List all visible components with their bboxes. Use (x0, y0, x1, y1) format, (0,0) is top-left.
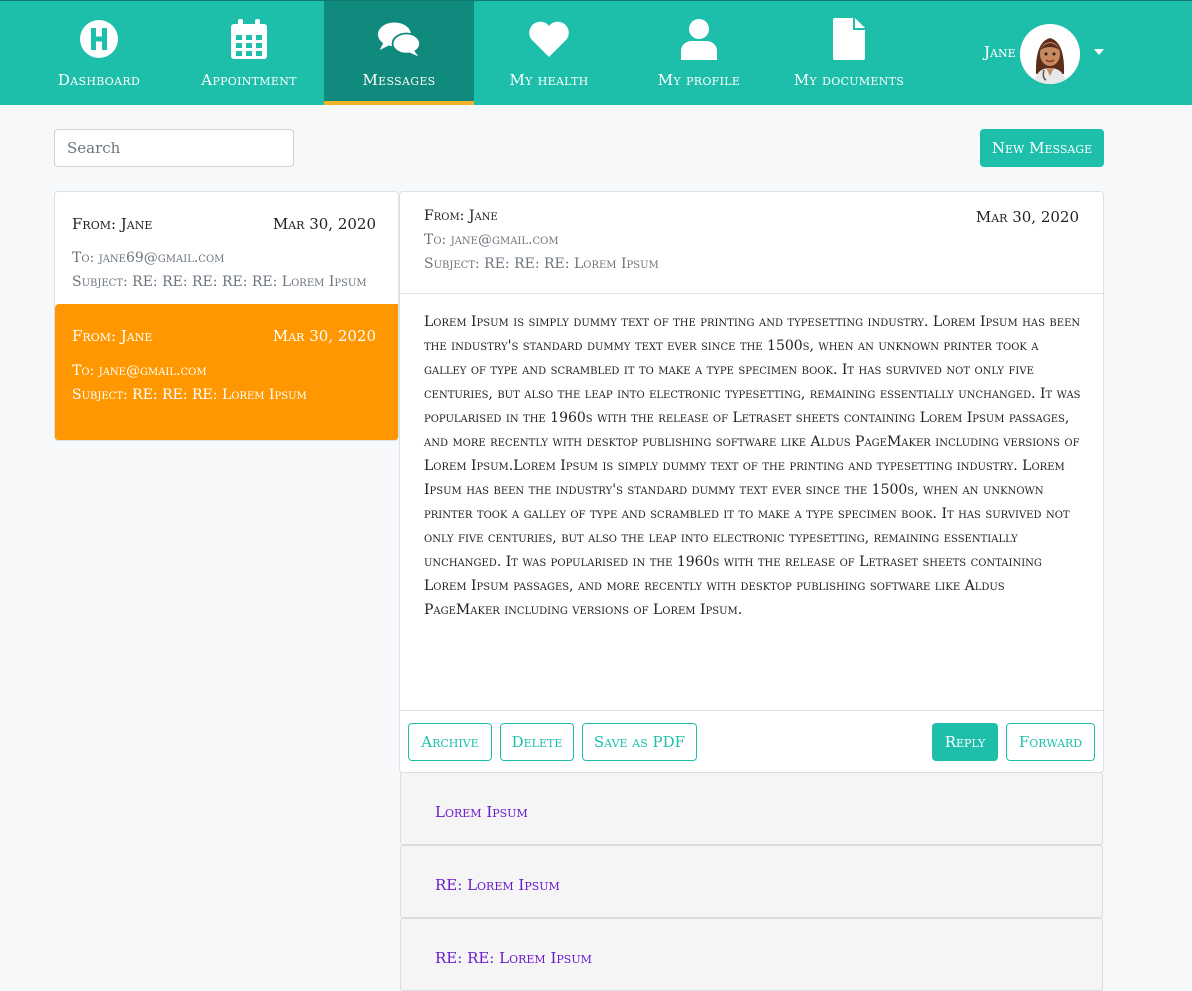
nav-item-my-profile[interactable]: My profile (624, 1, 774, 105)
nav-label: Dashboard (57, 71, 141, 89)
message-subject: Subject: RE: RE: RE: Lorem Ipsum (72, 387, 307, 403)
thread-item-label: Lorem Ipsum (435, 803, 528, 821)
forward-button[interactable]: Forward (1006, 723, 1095, 761)
thread-item-label: RE: RE: Lorem Ipsum (435, 949, 592, 967)
nav-label: Appointment (201, 71, 297, 89)
reader-subject: Subject: RE: RE: RE: Lorem Ipsum (424, 256, 659, 272)
avatar (1020, 24, 1080, 84)
nav-item-my-documents[interactable]: My documents (774, 1, 924, 105)
chat-bubbles-icon (377, 17, 421, 61)
nav-label: My profile (657, 71, 741, 89)
user-menu[interactable]: Jane (970, 21, 1110, 85)
message-date: Mar 30, 2020 (272, 327, 376, 345)
nav-label: My documents (793, 71, 905, 89)
nav-item-appointment[interactable]: Appointment (174, 1, 324, 105)
message-from: From: Jane (72, 215, 153, 233)
nav-item-messages[interactable]: Messages (324, 1, 474, 105)
chevron-down-icon (1094, 49, 1104, 55)
nav-item-dashboard[interactable]: Dashboard (24, 1, 174, 105)
nav-label: Messages (362, 71, 436, 89)
message-list: From: Jane Mar 30, 2020 To: jane69@gmail… (54, 191, 399, 441)
new-message-button[interactable]: New Message (980, 129, 1104, 167)
list-item-selected[interactable]: From: Jane Mar 30, 2020 To: jane@gmail.c… (55, 304, 398, 440)
hospital-h-icon (77, 17, 121, 61)
user-icon (677, 17, 721, 61)
message-to: To: jane69@gmail.com (72, 250, 225, 266)
message-thread: Lorem Ipsum RE: Lorem Ipsum RE: RE: Lore… (400, 772, 1103, 991)
message-to: To: jane@gmail.com (72, 363, 207, 379)
archive-button[interactable]: Archive (408, 723, 492, 761)
reader-from: From: Jane (424, 208, 498, 224)
heart-icon (527, 17, 571, 61)
reader-date: Mar 30, 2020 (975, 208, 1079, 226)
reply-button[interactable]: Reply (932, 723, 998, 761)
document-icon (827, 17, 871, 61)
thread-item[interactable]: RE: Lorem Ipsum (400, 845, 1103, 918)
nav-label: My health (509, 71, 589, 89)
calendar-icon (227, 17, 271, 61)
message-body: Lorem Ipsum is simply dummy text of the … (424, 314, 1081, 618)
search-input[interactable] (54, 129, 294, 167)
message-date: Mar 30, 2020 (272, 215, 376, 233)
message-subject: Subject: RE: RE: RE: RE: RE: Lorem Ipsum (72, 274, 367, 290)
nav-item-my-health[interactable]: My health (474, 1, 624, 105)
message-actions: Archive Delete Save as PDF Reply Forward (400, 710, 1103, 772)
user-name: Jane (984, 43, 1016, 61)
delete-button[interactable]: Delete (500, 723, 574, 761)
message-header: From: Jane Mar 30, 2020 To: jane@gmail.c… (400, 192, 1103, 294)
list-item[interactable]: From: Jane Mar 30, 2020 To: jane69@gmail… (55, 192, 398, 304)
message-reader: From: Jane Mar 30, 2020 To: jane@gmail.c… (399, 191, 1104, 773)
thread-item[interactable]: Lorem Ipsum (400, 772, 1103, 845)
save-as-pdf-button[interactable]: Save as PDF (582, 723, 697, 761)
thread-item[interactable]: RE: RE: Lorem Ipsum (400, 918, 1103, 991)
message-from: From: Jane (72, 327, 153, 345)
thread-item-label: RE: Lorem Ipsum (435, 876, 560, 894)
top-navbar: Dashboard Appointment Messages My health… (0, 0, 1192, 105)
reader-to: To: jane@gmail.com (424, 232, 559, 248)
